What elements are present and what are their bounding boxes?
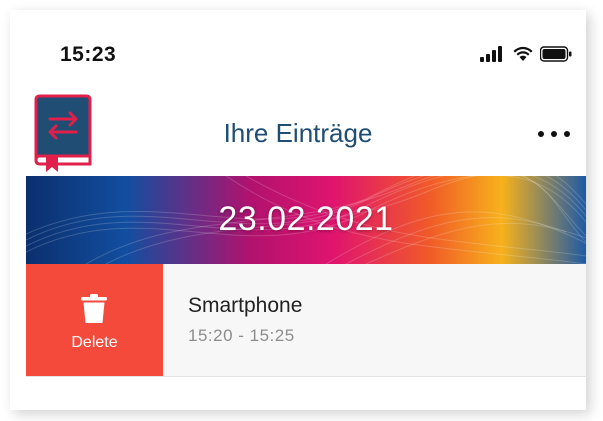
more-icon-dot [538, 131, 544, 137]
entry-time: 15:20 - 15:25 [188, 326, 295, 345]
wifi-icon [513, 46, 533, 61]
status-icons [480, 46, 572, 62]
app-screen: 15:23 Ihre Einträge 23.02.2021 Delete Sm… [10, 10, 586, 410]
app-header: Ihre Einträge [10, 92, 586, 184]
delete-label: Delete [71, 334, 118, 351]
entry-content: Smartphone 15:20 - 15:25 [188, 294, 302, 346]
delete-button[interactable]: Delete [26, 264, 163, 376]
banner-date: 23.02.2021 [218, 200, 394, 238]
status-bar: 15:23 [10, 10, 586, 80]
more-icon-dot [551, 131, 557, 137]
more-options-button[interactable] [538, 126, 570, 142]
battery-icon [540, 46, 572, 62]
page-title: Ihre Einträge [223, 118, 373, 148]
date-banner: 23.02.2021 [26, 176, 586, 264]
more-icon-dot [564, 131, 570, 137]
trash-icon [81, 294, 107, 323]
signal-icon [480, 46, 502, 62]
entry-title: Smartphone [188, 294, 303, 317]
list-item[interactable]: Delete Smartphone 15:20 - 15:25 [26, 264, 586, 377]
status-time: 15:23 [60, 43, 117, 66]
